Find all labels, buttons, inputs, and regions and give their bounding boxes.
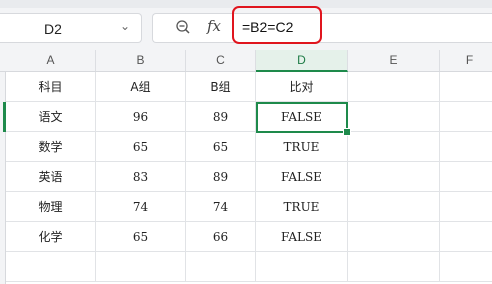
cell-b7[interactable]: [96, 252, 186, 282]
column-headers: A B C D E F: [0, 50, 492, 72]
cell-d7[interactable]: [256, 252, 348, 282]
column-header-d[interactable]: D: [256, 50, 348, 72]
spreadsheet-grid: 科目 A组 B组 比对 语文 96 89 FALSE 数学 65 65 TRUE…: [6, 72, 492, 284]
cell-f2[interactable]: [440, 102, 492, 132]
cell-a1[interactable]: 科目: [6, 72, 96, 102]
cell-c1[interactable]: B组: [186, 72, 256, 102]
column-header-a[interactable]: A: [6, 50, 96, 71]
cell-e3[interactable]: [348, 132, 440, 162]
column-header-f[interactable]: F: [440, 50, 492, 71]
cell-b5[interactable]: 74: [96, 192, 186, 222]
zoom-icon[interactable]: [175, 19, 191, 35]
name-box-value: D2: [44, 21, 62, 37]
fill-handle[interactable]: [343, 128, 351, 136]
cell-a5[interactable]: 物理: [6, 192, 96, 222]
cell-d2[interactable]: FALSE: [256, 102, 348, 132]
cell-d4[interactable]: FALSE: [256, 162, 348, 192]
cell-e5[interactable]: [348, 192, 440, 222]
cell-c7[interactable]: [186, 252, 256, 282]
cell-e7[interactable]: [348, 252, 440, 282]
cell-a2[interactable]: 语文: [6, 102, 96, 132]
cell-d3[interactable]: TRUE: [256, 132, 348, 162]
cell-e2[interactable]: [348, 102, 440, 132]
formula-highlight-box: [232, 6, 322, 44]
cell-f6[interactable]: [440, 222, 492, 252]
formula-bar: D2 ⌄ fx =B2=C2: [0, 6, 492, 50]
cell-f3[interactable]: [440, 132, 492, 162]
fx-icon[interactable]: fx: [207, 17, 221, 35]
cell-a4[interactable]: 英语: [6, 162, 96, 192]
cell-f1[interactable]: [440, 72, 492, 102]
cell-e1[interactable]: [348, 72, 440, 102]
column-header-b[interactable]: B: [96, 50, 186, 71]
cell-c4[interactable]: 89: [186, 162, 256, 192]
cell-f5[interactable]: [440, 192, 492, 222]
cell-c6[interactable]: 66: [186, 222, 256, 252]
name-box[interactable]: D2 ⌄: [0, 13, 142, 43]
column-header-e[interactable]: E: [348, 50, 440, 71]
cell-d1[interactable]: 比对: [256, 72, 348, 102]
cell-a3[interactable]: 数学: [6, 132, 96, 162]
cell-b2[interactable]: 96: [96, 102, 186, 132]
column-header-c[interactable]: C: [186, 50, 256, 71]
cell-e6[interactable]: [348, 222, 440, 252]
cell-f7[interactable]: [440, 252, 492, 282]
cell-c5[interactable]: 74: [186, 192, 256, 222]
cell-e4[interactable]: [348, 162, 440, 192]
cell-d5[interactable]: TRUE: [256, 192, 348, 222]
formula-input-area[interactable]: fx: [152, 13, 492, 43]
cell-a7[interactable]: [6, 252, 96, 282]
cell-a6[interactable]: 化学: [6, 222, 96, 252]
chevron-down-icon[interactable]: ⌄: [120, 19, 130, 33]
cell-b6[interactable]: 65: [96, 222, 186, 252]
cell-b3[interactable]: 65: [96, 132, 186, 162]
cell-b4[interactable]: 83: [96, 162, 186, 192]
cell-f4[interactable]: [440, 162, 492, 192]
cell-b1[interactable]: A组: [96, 72, 186, 102]
cell-d6[interactable]: FALSE: [256, 222, 348, 252]
cell-c3[interactable]: 65: [186, 132, 256, 162]
cell-c2[interactable]: 89: [186, 102, 256, 132]
